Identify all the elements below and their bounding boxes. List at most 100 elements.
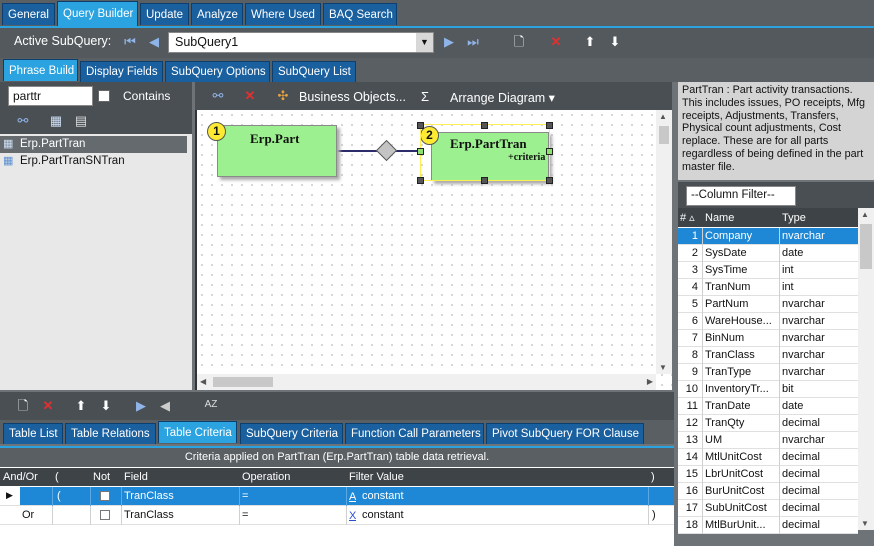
new-document-icon[interactable]: 🗋	[15, 398, 31, 414]
columns-vertical-scrollbar[interactable]: ▲ ▼	[858, 208, 874, 530]
criteria-field[interactable]: TranClass	[124, 488, 234, 505]
column-row[interactable]: 3 SysTime int	[678, 262, 858, 279]
column-row[interactable]: 12 TranQty decimal	[678, 415, 858, 432]
delete-icon[interactable]: ✕	[40, 398, 56, 414]
column-row[interactable]: 7 BinNum nvarchar	[678, 330, 858, 347]
diagram-vertical-scrollbar[interactable]: ▲ ▼	[656, 110, 672, 374]
prev-record-icon[interactable]: ◀	[146, 34, 162, 50]
column-row[interactable]: 2 SysDate date	[678, 245, 858, 262]
table-search-input[interactable]: parttr	[8, 86, 93, 106]
hdr-field[interactable]: Field	[124, 469, 148, 486]
filter-type-icon[interactable]: X	[349, 508, 356, 525]
criteria-andor[interactable]: Or	[22, 507, 52, 524]
scroll-left-icon[interactable]: ◀	[200, 377, 206, 386]
relations-icon[interactable]: ⚯	[15, 113, 31, 129]
tab-display-fields[interactable]: Display Fields	[80, 61, 163, 82]
new-document-icon[interactable]: 🗋	[511, 34, 527, 50]
last-record-icon[interactable]: ⏭	[465, 34, 481, 50]
resize-handle[interactable]	[481, 122, 488, 129]
tab-analyze[interactable]: Analyze	[191, 3, 243, 25]
contains-checkbox[interactable]	[98, 90, 110, 102]
table-options-icon[interactable]: ▤	[73, 113, 89, 129]
resize-handle[interactable]	[417, 177, 424, 184]
business-objects-button[interactable]: Business Objects...	[299, 90, 406, 104]
scroll-up-icon[interactable]: ▲	[659, 112, 667, 121]
arrange-diagram-button[interactable]: Arrange Diagram ▾	[450, 90, 555, 105]
scroll-thumb[interactable]	[213, 377, 273, 387]
hdr-operation[interactable]: Operation	[242, 469, 290, 486]
column-row[interactable]: 1 Company nvarchar	[678, 228, 858, 245]
tab-function-call-parameters[interactable]: Function Call Parameters	[345, 423, 484, 444]
column-row[interactable]: 13 UM nvarchar	[678, 432, 858, 449]
scroll-down-icon[interactable]: ▼	[659, 363, 667, 372]
resize-handle[interactable]	[546, 122, 553, 129]
not-checkbox[interactable]	[100, 491, 110, 501]
table-icon[interactable]: ▦	[48, 113, 64, 129]
not-checkbox[interactable]	[100, 510, 110, 520]
resize-handle[interactable]	[546, 177, 553, 184]
tab-where-used[interactable]: Where Used	[245, 3, 321, 25]
column-filter-input[interactable]: --Column Filter--	[686, 186, 796, 206]
criteria-row[interactable]: Or TranClass = Xconstant)	[0, 506, 674, 525]
sort-az-icon[interactable]: AZ	[203, 397, 219, 413]
criteria-row[interactable]: ▶ (TranClass = Aconstant	[0, 487, 674, 506]
hdr-paren-close[interactable]: )	[651, 469, 655, 486]
column-row[interactable]: 5 PartNum nvarchar	[678, 296, 858, 313]
next-record-icon[interactable]: ▶	[441, 34, 457, 50]
column-row[interactable]: 14 MtlUnitCost decimal	[678, 449, 858, 466]
relations-icon[interactable]: ⚯	[210, 88, 226, 104]
sigma-button[interactable]: Σ	[421, 89, 429, 104]
diagram-horizontal-scrollbar[interactable]: ◀ ▶	[197, 374, 656, 390]
column-row[interactable]: 6 WareHouse... nvarchar	[678, 313, 858, 330]
column-row[interactable]: 11 TranDate date	[678, 398, 858, 415]
hdr-filter-value[interactable]: Filter Value	[349, 469, 404, 486]
table-list-item[interactable]: ▦ Erp.PartTranSNTran	[0, 153, 187, 170]
scroll-right-icon[interactable]: ▶	[647, 377, 653, 386]
scroll-down-icon[interactable]: ▼	[861, 519, 869, 528]
scroll-thumb[interactable]	[659, 126, 669, 144]
criteria-operation[interactable]: =	[242, 488, 342, 505]
hdr-paren-open[interactable]: (	[55, 469, 59, 486]
business-objects-icon[interactable]: ✣	[275, 88, 291, 104]
move-up-icon[interactable]: ⬆	[582, 34, 598, 50]
column-row[interactable]: 8 TranClass nvarchar	[678, 347, 858, 364]
chevron-down-icon[interactable]: ▼	[416, 33, 433, 52]
move-up-icon[interactable]: ⬆	[73, 398, 89, 414]
column-row[interactable]: 15 LbrUnitCost decimal	[678, 466, 858, 483]
col-header-num[interactable]: # ▵	[680, 210, 695, 227]
criteria-filter-value[interactable]: constant	[362, 507, 642, 524]
tab-query-builder[interactable]: Query Builder	[57, 1, 138, 26]
tab-pivot-subquery[interactable]: Pivot SubQuery FOR Clause	[486, 423, 644, 444]
resize-handle[interactable]	[481, 177, 488, 184]
tab-general[interactable]: General	[2, 3, 55, 25]
col-header-type[interactable]: Type	[782, 210, 806, 227]
scroll-up-icon[interactable]: ▲	[861, 210, 869, 219]
criteria-filter-value[interactable]: constant	[362, 488, 642, 505]
hdr-not[interactable]: Not	[93, 469, 110, 486]
tab-update[interactable]: Update	[140, 3, 189, 25]
resize-handle[interactable]	[546, 148, 553, 155]
column-row[interactable]: 9 TranType nvarchar	[678, 364, 858, 381]
criteria-field[interactable]: TranClass	[124, 507, 234, 524]
tab-table-list[interactable]: Table List	[3, 423, 63, 444]
first-record-icon[interactable]: ⏮	[122, 34, 138, 50]
criteria-paren-close[interactable]: )	[652, 507, 672, 524]
resize-handle[interactable]	[417, 122, 424, 129]
criteria-operation[interactable]: =	[242, 507, 342, 524]
delete-icon[interactable]: ✕	[548, 34, 564, 50]
table-list-item[interactable]: ▦ Erp.PartTran	[0, 136, 187, 153]
tab-table-relations[interactable]: Table Relations	[65, 423, 156, 444]
tab-subquery-criteria[interactable]: SubQuery Criteria	[240, 423, 343, 444]
tab-subquery-options[interactable]: SubQuery Options	[165, 61, 270, 82]
column-row[interactable]: 18 MtlBurUnit... decimal	[678, 517, 858, 534]
criteria-paren-open[interactable]: (	[57, 488, 87, 505]
scroll-thumb[interactable]	[860, 224, 872, 269]
column-row[interactable]: 4 TranNum int	[678, 279, 858, 296]
col-header-name[interactable]: Name	[705, 210, 734, 227]
tab-subquery-list[interactable]: SubQuery List	[272, 61, 356, 82]
subquery-select[interactable]: SubQuery1 ▼	[168, 32, 434, 53]
hdr-andor[interactable]: And/Or	[3, 469, 38, 486]
resize-handle[interactable]	[417, 148, 424, 155]
table-node-erp-part[interactable]: Erp.Part	[217, 125, 337, 177]
outdent-icon[interactable]: ◀	[157, 398, 173, 414]
